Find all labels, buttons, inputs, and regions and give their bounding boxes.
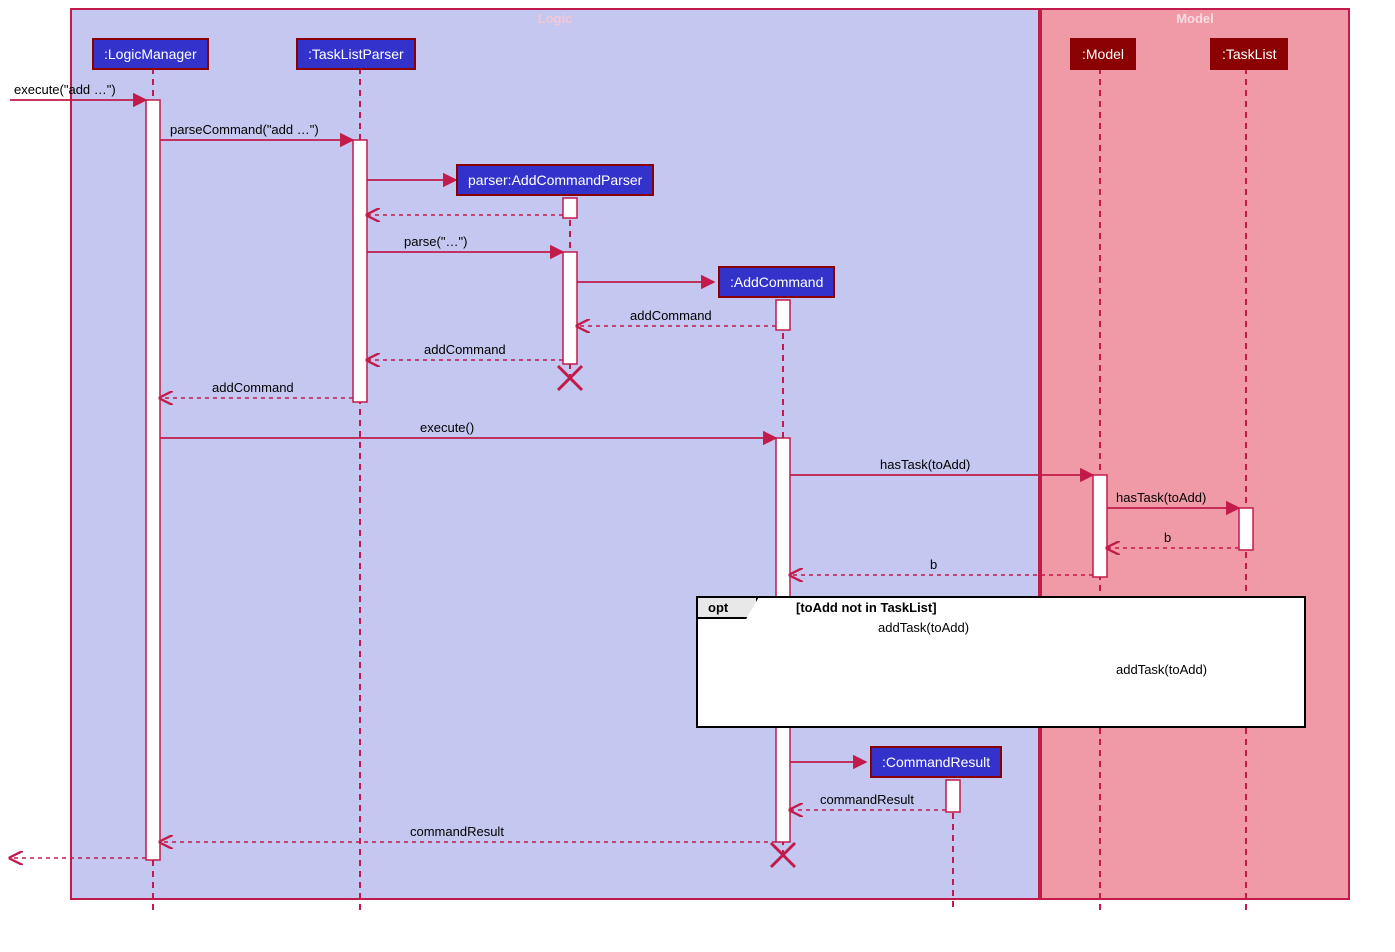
opt-guard: [toAdd not in TaskList]: [796, 600, 937, 615]
msg-hastask-2: hasTask(toAdd): [1116, 490, 1206, 505]
diagram-svg: [0, 0, 1395, 952]
activation-addcommand-1: [776, 300, 790, 330]
msg-parsecommand: parseCommand("add …"): [170, 122, 319, 137]
participant-tasklist: :TaskList: [1210, 38, 1288, 70]
msg-parse: parse("…"): [404, 234, 467, 249]
destroy-addcommandparser: [558, 366, 582, 390]
msg-addtask-1: addTask(toAdd): [878, 620, 969, 635]
msg-execute2: execute(): [420, 420, 474, 435]
destroy-addcommand: [771, 843, 795, 867]
participant-model: :Model: [1070, 38, 1136, 70]
msg-hastask-1: hasTask(toAdd): [880, 457, 970, 472]
participant-logicmanager: :LogicManager: [92, 38, 209, 70]
msg-commandresult-2: commandResult: [410, 824, 504, 839]
activation-addcommandparser-2: [563, 252, 577, 364]
opt-fragment: opt [toAdd not in TaskList]: [696, 596, 1306, 728]
participant-addcommandparser: parser:AddCommandParser: [456, 164, 654, 196]
msg-addtask-2: addTask(toAdd): [1116, 662, 1207, 677]
opt-label: opt: [698, 598, 758, 619]
msg-commandresult-1: commandResult: [820, 792, 914, 807]
msg-addcommand-2: addCommand: [424, 342, 506, 357]
sequence-diagram: Logic Model: [0, 0, 1395, 952]
msg-b-2: b: [930, 557, 937, 572]
participant-commandresult: :CommandResult: [870, 746, 1002, 778]
activation-model-1: [1093, 475, 1107, 577]
participant-tasklistparser: :TaskListParser: [296, 38, 416, 70]
activation-tasklist-1: [1239, 508, 1253, 550]
activation-logicmanager: [146, 100, 160, 860]
activation-addcommandparser-1: [563, 198, 577, 218]
participant-addcommand: :AddCommand: [718, 266, 835, 298]
msg-addcommand-3: addCommand: [212, 380, 294, 395]
msg-b-1: b: [1164, 530, 1171, 545]
activation-commandresult: [946, 780, 960, 812]
activation-tasklistparser: [353, 140, 367, 402]
msg-addcommand-1: addCommand: [630, 308, 712, 323]
msg-execute: execute("add …"): [14, 82, 116, 97]
